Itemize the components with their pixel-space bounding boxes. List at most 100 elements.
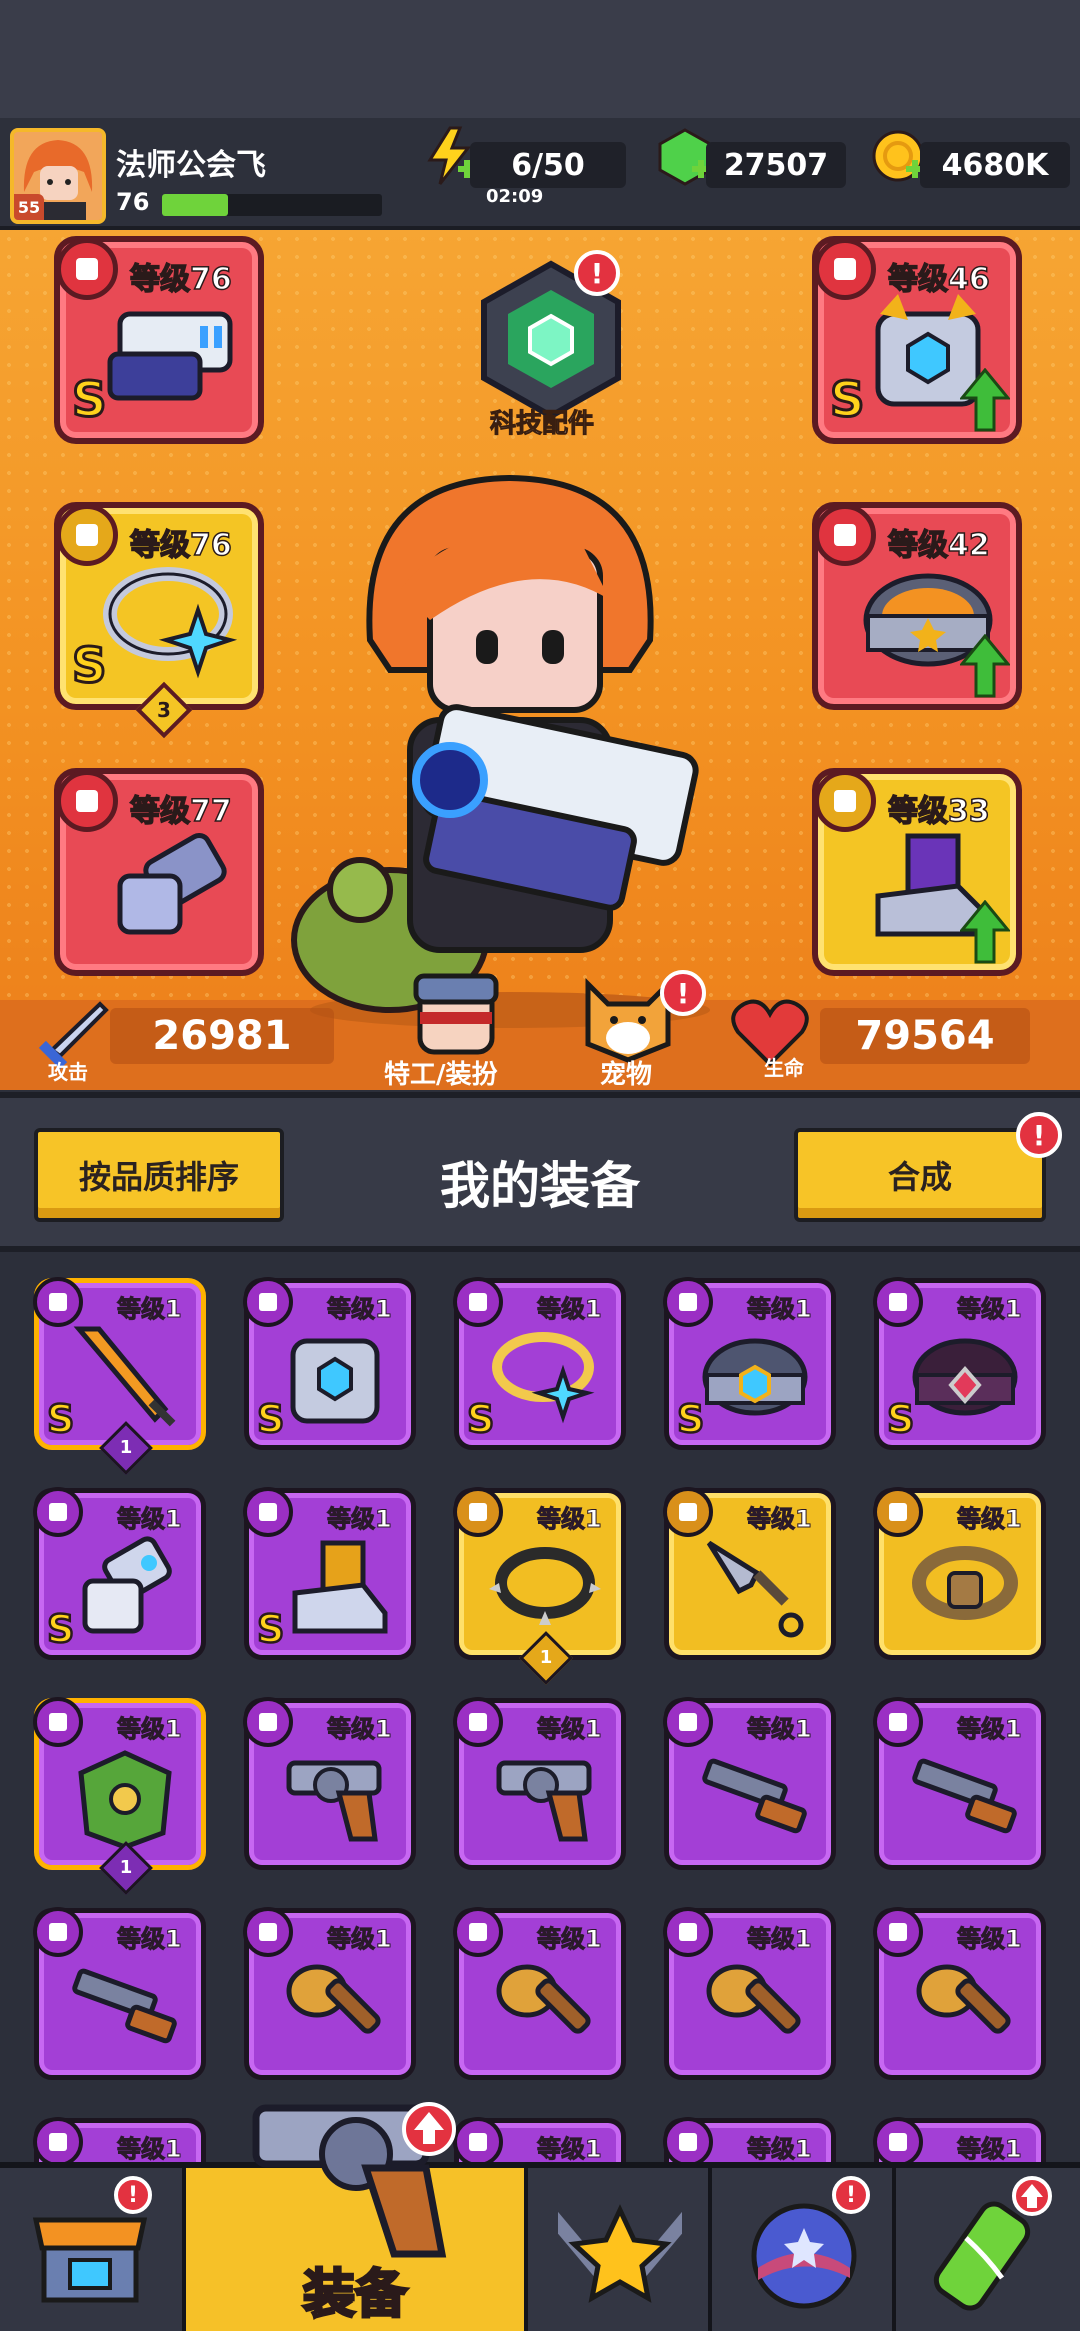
inventory-item[interactable]: 等级1 [33,1907,206,2080]
inventory-item[interactable]: 等级1 [873,1487,1046,1660]
equip-slot-boots[interactable]: 等级33 [812,768,1022,976]
up-arrow-icon [414,2112,444,2144]
wooden-club-icon [286,1964,381,2034]
weapon-type-icon [33,1907,83,1957]
pet-alert-badge: ! [660,970,706,1016]
bottom-nav: ! 装备 ! [0,2102,1080,2331]
item-level: 等级1 [537,1505,603,1534]
item-grade: S [676,1396,706,1443]
weapon-level: 等级76 [129,261,232,298]
crossed-swords-star-icon [558,2204,682,2303]
up-arrow-icon [1021,2184,1043,2208]
inventory-item[interactable]: 等级1 [243,1907,416,2080]
inventory-grid: 等级1 S 1 等级1 S 等级1 S 等级1 S 等级1 S 等级1 S 等级… [0,1252,1080,2162]
inventory-item[interactable]: 等级1 S [453,1277,626,1450]
inventory-item[interactable]: 等级1 [243,1697,416,1870]
xp-fill [162,194,228,216]
inventory-item[interactable]: 等级1 [663,1907,836,2080]
gloves-type-icon [56,770,118,832]
equipment-upgrade-badge [402,2102,456,2156]
necklace-type-icon [56,504,118,566]
my-equipment-bar: 按品质排序 我的装备 合成 ! [0,1092,1080,1252]
necklace-type-icon [453,1277,503,1327]
attack-value: 26981 [110,1008,334,1064]
inventory-item[interactable]: 等级1 1 [33,1697,206,1895]
item-level: 等级1 [747,1505,813,1534]
health-label: 生命 [764,1056,804,1080]
armor-type-icon [663,2117,713,2162]
upgrade-arrow-icon [960,634,1010,698]
energy-counter[interactable]: 6/50 [470,142,626,188]
avatar[interactable]: 55 [10,128,106,224]
gold-counter[interactable]: 4680K [920,142,1070,188]
inventory-item[interactable]: 等级1 S [663,1277,836,1450]
weapon-type-icon [453,1907,503,1957]
equip-slot-weapon[interactable]: 等级76 S [54,236,264,444]
spiked-collar-icon [489,1547,601,1625]
inventory-item[interactable]: 等级1 S [243,1487,416,1660]
weapon-type-icon [663,1697,713,1747]
equip-slot-armor[interactable]: 等级46 S [812,236,1022,444]
inventory-item[interactable]: 等级1 [663,1487,836,1660]
equip-slot-belt[interactable]: 等级42 [812,502,1022,710]
boots-type-icon [243,1487,293,1537]
merge-button[interactable]: 合成 [794,1128,1046,1222]
necklace-type-icon [453,1487,503,1537]
inventory-item[interactable]: 等级1 [453,1907,626,2080]
weapon-type-icon [453,1697,503,1747]
agent-head-icon [413,973,499,1055]
inventory-item[interactable]: 等级1 [663,2117,836,2162]
inventory-item[interactable]: 等级1 S [873,1277,1046,1450]
inventory-item[interactable]: 等级1 S [33,1487,206,1660]
wooden-club-icon [706,1964,801,2034]
inventory-item[interactable]: 等级1 [873,1907,1046,2080]
weapon-type-icon [56,238,118,300]
xp-bar [162,194,382,216]
necklace-grade: S [71,637,109,696]
belt-type-icon [814,504,876,566]
tech-parts-label: 科技配件 [489,409,595,440]
item-level: 等级1 [957,1715,1023,1744]
player-name: 法师公会飞 [116,148,266,183]
hero-panel: 等级76 S 等级76 S 3 等级77 ! 科技配件 等级46 S 等级42 … [0,230,1080,1090]
inventory-item[interactable]: 等级1 [873,1697,1046,1870]
status-strip [0,0,1080,118]
shotgun-icon [72,1968,177,2044]
gem-counter[interactable]: 27507 [706,142,846,188]
inventory-item[interactable]: 等级1 [663,1697,836,1870]
hero-character [291,474,710,1028]
weapon-type-icon [33,2117,83,2162]
item-level: 等级1 [117,1505,183,1534]
equip-slot-necklace[interactable]: 等级76 S 3 [54,502,264,739]
weapon-type-icon [873,1697,923,1747]
player-header: 55 法师公会飞 76 6/50 27507 4680K [0,118,1080,230]
inventory-item[interactable]: 等级1 S [243,1277,416,1450]
nav-tab-gene[interactable] [896,2168,1080,2331]
star-necklace-icon [492,1332,595,1424]
nav-tab-talent[interactable]: ! [712,2168,896,2331]
item-level: 等级1 [747,1925,813,1954]
item-grade: S [886,1396,916,1443]
player-level: 76 [116,188,150,216]
belt-type-icon [873,1487,923,1537]
armor-type-icon [873,2117,923,2162]
item-level: 等级1 [117,1925,183,1954]
inventory-item[interactable]: 等级1 [33,2117,206,2162]
inventory-item[interactable]: 等级1 S 1 [33,1277,206,1475]
nav-tab-shop[interactable]: ! [0,2168,186,2331]
inventory-item[interactable]: 等级1 [453,2117,626,2162]
talent-alert-badge: ! [832,2176,870,2214]
item-grade: S [256,1396,286,1443]
item-level: 等级1 [327,1505,393,1534]
item-level: 等级1 [957,2135,1023,2163]
weapon-grade: S [71,371,109,430]
item-level: 等级1 [747,1295,813,1324]
inventory-item[interactable]: 等级1 [873,2117,1046,2163]
nav-equipment-label: 装备 [301,2264,408,2327]
inventory-item[interactable]: 等级1 [453,1697,626,1870]
equip-slot-gloves[interactable]: 等级77 [54,768,264,976]
kunai-icon [706,1540,804,1638]
inventory-item[interactable]: 等级1 1 [453,1487,626,1685]
armored-boots-icon [292,1540,388,1634]
nav-tab-battle[interactable] [528,2168,712,2331]
